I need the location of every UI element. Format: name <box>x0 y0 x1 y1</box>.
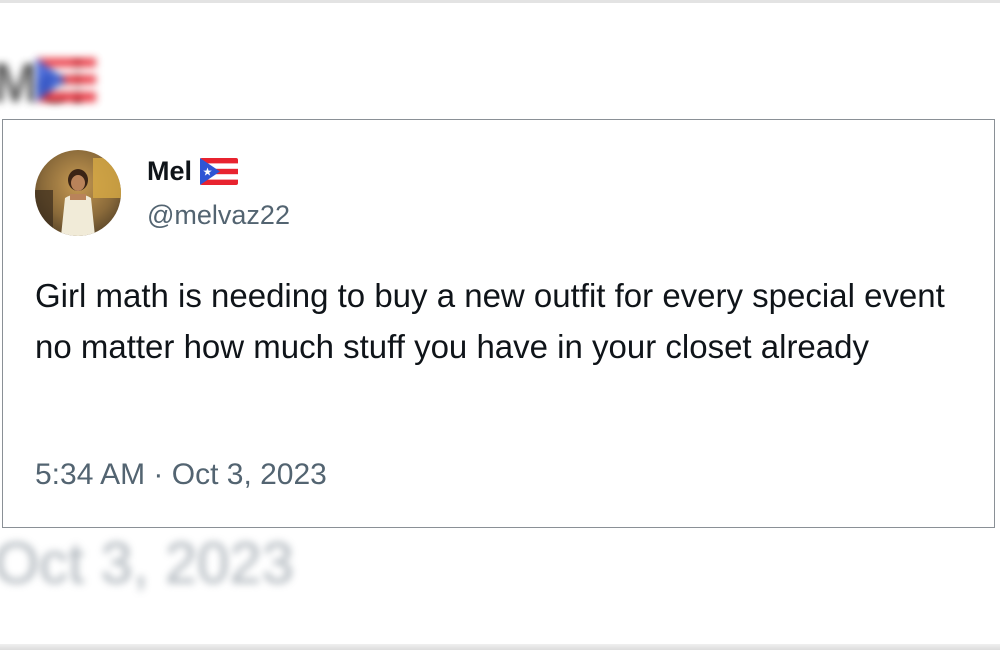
tweet-date: Oct 3, 2023 <box>171 458 327 491</box>
tweet-time: 5:34 AM <box>35 458 146 491</box>
meta-separator: · <box>153 458 164 491</box>
puerto-rico-flag-icon <box>200 158 239 185</box>
display-name[interactable]: Mel <box>147 156 192 187</box>
user-handle[interactable]: @melvaz22 <box>147 200 290 231</box>
display-name-row: Mel <box>147 156 239 187</box>
tweet-timestamp[interactable]: 5:34 AM · Oct 3, 2023 <box>35 458 327 492</box>
blurred-flag-icon <box>36 58 96 102</box>
avatar[interactable] <box>35 150 121 236</box>
tweet-text: Girl math is needing to buy a new outfit… <box>35 277 945 365</box>
top-border <box>0 0 1000 3</box>
tweet-card[interactable]: Mel @melvaz22 Girl math is needing to bu… <box>2 119 995 528</box>
bottom-border <box>0 644 1000 650</box>
blurred-background-date: Oct 3, 2023 <box>0 531 294 596</box>
